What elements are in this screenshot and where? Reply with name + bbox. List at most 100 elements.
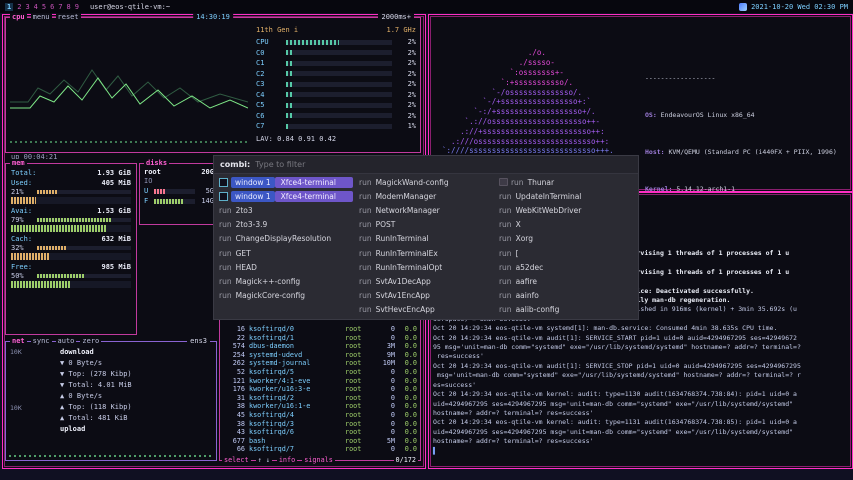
launcher-entry[interactable]: run a52dec [496,260,636,274]
launcher-entry[interactable]: run GET [216,246,356,260]
process-row[interactable]: 45 ksoftirqd/4 root 0 0.0 [223,411,417,420]
launcher-entry[interactable]: window 1 Xfce4-terminal [216,189,356,203]
rofi-filter-input[interactable]: Type to filter [255,160,305,169]
workspace-button[interactable]: 3 [25,3,29,11]
net-zero-button[interactable]: zero [80,337,101,346]
net-sync-button[interactable]: sync [31,337,52,346]
launcher-entry[interactable]: run UpdateInTerminal [496,189,636,203]
net-auto-button[interactable]: auto [56,337,77,346]
process-row[interactable]: 16 ksoftirqd/0 root 0 0.0 [223,325,417,334]
signals-hint[interactable]: signals [302,456,335,465]
core-label: C2 [256,70,282,78]
launcher-entry[interactable]: run X [496,218,636,232]
launcher-entry[interactable]: run 2to3 [216,203,356,217]
workspace-button[interactable]: 5 [42,3,46,11]
app-icon [219,192,228,201]
process-name: kworker/u16:1-e [249,402,345,411]
core-percent: 2% [396,80,416,88]
entry-mode-prefix: run [499,206,512,215]
process-row[interactable]: 677 bash root 5M 0.0 [223,437,417,446]
workspace-button[interactable]: 9 [75,3,79,11]
entry-name: X [516,220,521,229]
process-cpu: 0.0 [395,351,417,360]
journal-line: uid=4294967295 ses=4294967295 msg='unit=… [433,428,848,437]
process-row[interactable]: 31 ksoftirqd/2 root 0 0.0 [223,394,417,403]
info-hint[interactable]: info [277,456,297,465]
rofi-search-bar[interactable]: combi: Type to filter [214,156,638,174]
launcher-entry[interactable]: run ModemManager [356,189,496,203]
process-row[interactable]: 38 ksoftirqd/3 root 0 0.0 [223,420,417,429]
process-row[interactable]: 66 ksoftirqd/7 root 0 0.0 [223,445,417,454]
launcher-entry[interactable]: run MagickCore-config [216,289,356,303]
process-row[interactable]: 52 ksoftirqd/5 root 0 0.0 [223,368,417,377]
launcher-entry[interactable]: run aainfo [496,289,636,303]
workspace-button[interactable]: 6 [50,3,54,11]
mem-total-row: Total: 1.93 GiB [11,169,131,177]
launcher-entry[interactable]: run aafire [496,274,636,288]
process-row[interactable]: 176 kworker/u16:3-e root 0 0.0 [223,385,417,394]
launcher-entry[interactable]: run SvtAv1DecApp [356,274,496,288]
launcher-entry[interactable]: run Xorg [496,232,636,246]
launcher-entry[interactable]: window 1 Xfce4-terminal [216,175,356,189]
systray-network-icon[interactable] [739,3,747,11]
mem-stat: Used: 405 MiB 21% [11,179,131,204]
entry-name: [ [516,249,519,258]
core-label: C0 [256,49,282,57]
launcher-entry[interactable]: run SvtHevcEncApp [356,303,496,317]
process-pid: 38 [223,402,245,411]
process-row[interactable]: 574 dbus-daemon root 3M 0.0 [223,342,417,351]
launcher-entry[interactable]: run ChangeDisplayResolution [216,232,356,246]
process-row[interactable]: 22 ksoftirqd/1 root 0 0.0 [223,334,417,343]
launcher-entry[interactable]: run SvtAv1EncApp [356,289,496,303]
core-bar [286,103,392,108]
process-row[interactable]: 254 systemd-udevd root 9M 0.0 [223,351,417,360]
entry-name: RunInTerminalOpt [376,263,443,272]
mem-stat-list: Used: 405 MiB 21% Avai: [11,179,131,288]
process-name: ksoftirqd/4 [249,411,345,420]
workspace-button[interactable]: 1 [5,3,13,11]
launcher-entry[interactable]: run RunInTerminalOpt [356,260,496,274]
launcher-entry[interactable]: run Thunar [496,175,636,189]
launcher-entry[interactable]: run HEAD [216,260,356,274]
launcher-entry[interactable]: run [ [496,246,636,260]
net-interface[interactable]: ens3 [187,337,210,346]
refresh-interval[interactable]: 2000ms+ [378,13,414,22]
entry-name: Xfce4-terminal [275,191,353,202]
system-info-line: Host: KVM/QEMU (Standard PC (i440FX + PI… [645,148,848,157]
entry-mode-prefix: run [499,263,512,272]
entry-name: Magick++-config [236,277,301,286]
entry-mode-prefix: run [219,263,232,272]
launcher-entry[interactable]: run WebKitWebDriver [496,203,636,217]
ascii-line: ./o. [433,48,645,58]
journal-line: Oct 20 14:29:34 eos-qtile-vm kernel: aud… [433,418,848,427]
workspace-button[interactable]: 4 [34,3,38,11]
launcher-entry[interactable]: run MagickWand-config [356,175,496,189]
launcher-entry[interactable]: run 2to3-3.9 [216,218,356,232]
process-row[interactable]: 43 ksoftirqd/6 root 0 0.0 [223,428,417,437]
workspace-button[interactable]: 8 [67,3,71,11]
core-bar [286,113,392,118]
launcher-entry[interactable]: run Magick++-config [216,274,356,288]
launcher-entry[interactable]: run RunInTerminal [356,232,496,246]
process-row[interactable]: 121 kworker/4:1-eve root 0 0.0 [223,377,417,386]
reset-button[interactable]: reset [56,13,81,22]
core-percent: 2% [396,91,416,99]
mem-stat-label: Avai: [11,207,32,215]
core-percent: 2% [396,101,416,109]
select-hint[interactable]: select [222,456,251,465]
launcher-entry[interactable]: run POST [356,218,496,232]
disks-box-title: disks [144,159,169,168]
process-row[interactable]: 38 kworker/u16:1-e root 0 0.0 [223,402,417,411]
workspace-button[interactable]: 7 [58,3,62,11]
entry-mode-prefix: window 1 [231,191,275,202]
system-info-line: OS: EndeavourOS Linux x86_64 [645,111,848,120]
workspace-button[interactable]: 2 [17,3,21,11]
process-name: ksoftirqd/5 [249,368,345,377]
launcher-entry[interactable]: run RunInTerminalEx [356,246,496,260]
net-scale-bottom: 10K [10,404,22,412]
process-row[interactable]: 262 systemd-journal root 10M 0.0 [223,359,417,368]
ascii-line: ./sssso- [433,58,645,68]
launcher-entry[interactable]: run NetworkManager [356,203,496,217]
menu-button[interactable]: menu [31,13,52,22]
launcher-entry[interactable]: run aalib-config [496,303,636,317]
